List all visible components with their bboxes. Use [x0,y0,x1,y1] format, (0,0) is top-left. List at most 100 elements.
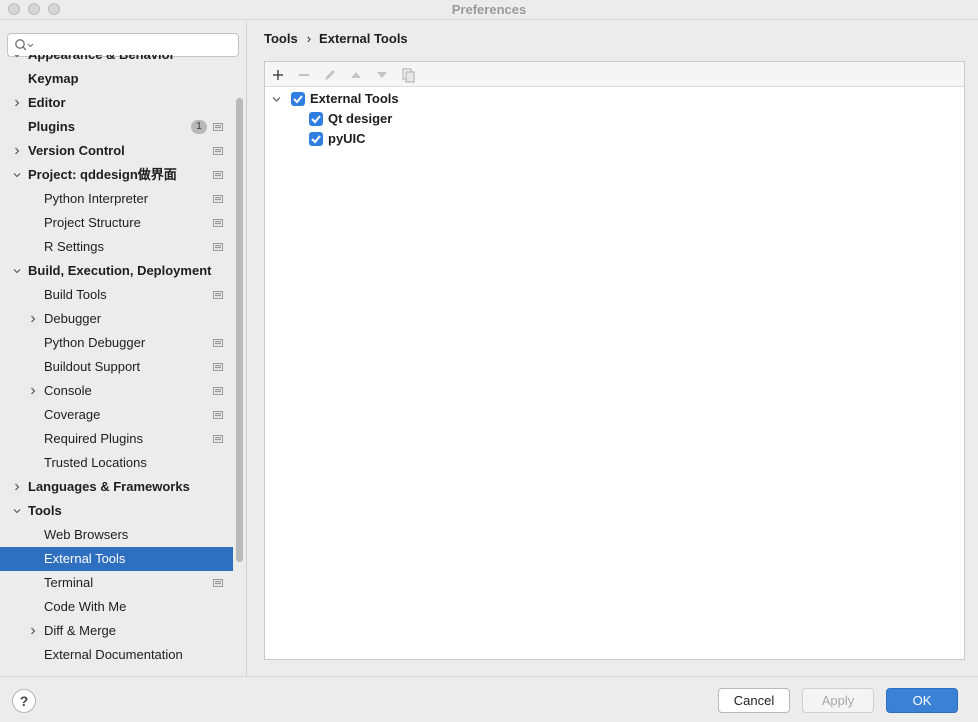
breadcrumb-item-tools[interactable]: Tools [264,31,298,46]
sidebar-item-label: Required Plugins [44,431,144,446]
chevron-right-icon[interactable] [29,387,37,395]
project-scope-icon [213,387,223,395]
sidebar-item-external-documentation[interactable]: External Documentation [0,643,233,667]
sidebar-item-coverage[interactable]: Coverage [0,403,233,427]
sidebar-item-trusted-locations[interactable]: Trusted Locations [0,451,233,475]
edit-icon[interactable] [322,67,338,83]
chevron-down-icon[interactable] [13,267,21,275]
sidebar-item-label: Trusted Locations [44,455,147,470]
sidebar-item-build-execution-deployment[interactable]: Build, Execution, Deployment [0,259,233,283]
add-icon[interactable] [270,67,286,83]
sidebar-item-label: Python Interpreter [44,191,149,206]
project-scope-icon [213,291,223,299]
checkbox[interactable] [309,132,323,146]
sidebar-item-label: Keymap [28,71,79,86]
sidebar-item-label: Appearance & Behavior [28,55,175,67]
sidebar-item-label: Code With Me [44,599,127,614]
sidebar-item-appearance-behavior[interactable]: Appearance & Behavior [0,55,233,67]
sidebar-item-label: Project: qddesign做界面 [28,167,177,182]
sidebar-item-plugins[interactable]: Plugins 1 [0,115,233,139]
chevron-right-icon[interactable] [13,483,21,491]
sidebar-item-label: Web Browsers [44,527,129,542]
sidebar-item-diff-merge[interactable]: Diff & Merge [0,619,233,643]
sidebar-item-r-settings[interactable]: R Settings [0,235,233,259]
remove-icon[interactable] [296,67,312,83]
breadcrumb-item-external-tools: External Tools [319,31,408,46]
chevron-down-icon[interactable] [272,95,281,104]
sidebar-item-label: Console [44,383,92,398]
sidebar-item-external-tools[interactable]: External Tools [0,547,233,571]
move-down-icon[interactable] [374,67,390,83]
move-up-icon[interactable] [348,67,364,83]
sidebar-item-languages-frameworks[interactable]: Languages & Frameworks [0,475,233,499]
sidebar-item-required-plugins[interactable]: Required Plugins [0,427,233,451]
sidebar-item-console[interactable]: Console [0,379,233,403]
sidebar-item-label: Buildout Support [44,359,141,374]
sidebar-item-label: External Documentation [44,647,183,662]
project-scope-icon [213,219,223,227]
sidebar-item-editor[interactable]: Editor [0,91,233,115]
sidebar-item-project-qddesign[interactable]: Project: qddesign做界面 [0,163,233,187]
project-scope-icon [213,147,223,155]
update-count-badge: 1 [191,120,207,134]
search-icon [15,39,34,51]
chevron-right-icon[interactable] [13,99,21,107]
copy-icon[interactable] [400,67,416,83]
sidebar-item-label: Plugins [28,119,75,134]
external-tools-panel: External Tools Qt desiger pyUIC [264,61,965,660]
sidebar-item-terminal[interactable]: Terminal [0,571,233,595]
tool-row[interactable]: Qt desiger [265,109,964,129]
cancel-button[interactable]: Cancel [718,688,790,713]
tool-row[interactable]: pyUIC [265,129,964,149]
sidebar-item-python-interpreter[interactable]: Python Interpreter [0,187,233,211]
sidebar-item-label: Debugger [44,311,102,326]
sidebar-item-project-structure[interactable]: Project Structure [0,211,233,235]
sidebar-item-label: Python Debugger [44,335,146,350]
dialog-footer: ? Cancel Apply OK [0,676,978,722]
sidebar-item-label: Editor [28,95,66,110]
ok-button[interactable]: OK [886,688,958,713]
sidebar-item-label: Languages & Frameworks [28,479,190,494]
breadcrumb: Tools › External Tools [264,31,408,46]
project-scope-icon [213,171,223,179]
sidebar-item-tools[interactable]: Tools [0,499,233,523]
project-scope-icon [213,363,223,371]
external-tools-toolbar [265,62,964,87]
project-scope-icon [213,435,223,443]
project-scope-icon [213,123,223,131]
sidebar-item-python-debugger[interactable]: Python Debugger [0,331,233,355]
sidebar-item-buildout-support[interactable]: Buildout Support [0,355,233,379]
chevron-down-icon[interactable] [13,507,21,515]
sidebar-item-label: R Settings [44,239,104,254]
search-box[interactable] [7,33,239,57]
project-scope-icon [213,339,223,347]
chevron-down-icon[interactable] [13,55,21,59]
sidebar-item-keymap[interactable]: Keymap [0,67,233,91]
help-button[interactable]: ? [12,689,36,713]
sidebar-scrollbar[interactable] [236,98,243,562]
tool-group-row[interactable]: External Tools [265,89,964,109]
project-scope-icon [213,243,223,251]
checkbox[interactable] [291,92,305,106]
sidebar-item-label: Build, Execution, Deployment [28,263,212,278]
sidebar-item-version-control[interactable]: Version Control [0,139,233,163]
chevron-right-icon[interactable] [29,627,37,635]
project-scope-icon [213,411,223,419]
sidebar-item-debugger[interactable]: Debugger [0,307,233,331]
apply-button[interactable]: Apply [802,688,874,713]
checkbox[interactable] [309,112,323,126]
project-scope-icon [213,579,223,587]
sidebar-item-label: Version Control [28,143,125,158]
sidebar-item-build-tools[interactable]: Build Tools [0,283,233,307]
chevron-down-icon[interactable] [13,171,21,179]
chevron-right-icon[interactable] [29,315,37,323]
sidebar-item-code-with-me[interactable]: Code With Me [0,595,233,619]
breadcrumb-separator-icon: › [306,31,312,46]
sidebar-item-label: Coverage [44,407,101,422]
settings-sidebar: Appearance & Behavior Keymap Editor Plugins… [0,21,247,676]
sidebar-item-label: Project Structure [44,215,141,230]
chevron-right-icon[interactable] [13,147,21,155]
sidebar-item-label: External Tools [44,551,126,566]
search-input[interactable] [38,36,233,54]
sidebar-item-web-browsers[interactable]: Web Browsers [0,523,233,547]
